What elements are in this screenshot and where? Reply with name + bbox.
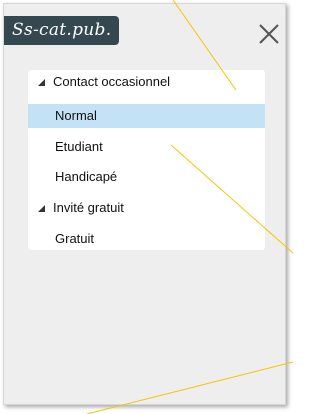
tree-item-label: Normal <box>55 108 97 123</box>
tree-item-label: Handicapé <box>55 169 118 184</box>
dialog-title: Ss-cat.pub. <box>4 16 120 45</box>
tree-group-contact-occasionnel[interactable]: Contact occasionnel <box>28 70 265 94</box>
tree-item-handicape[interactable]: Handicapé <box>28 165 265 189</box>
tree-item-gratuit[interactable]: Gratuit <box>28 227 265 251</box>
category-dialog: Ss-cat.pub. Contact occasionnel Normal E… <box>3 3 286 405</box>
tree-item-normal[interactable]: Normal <box>28 104 265 128</box>
tree-group-label: Contact occasionnel <box>53 74 171 89</box>
tree-item-label: Etudiant <box>55 139 103 154</box>
expand-triangle-icon[interactable] <box>38 205 45 212</box>
close-button[interactable] <box>256 21 282 47</box>
category-tree-list: Contact occasionnel Normal Etudiant Hand… <box>28 70 265 250</box>
tree-group-invite-gratuit[interactable]: Invité gratuit <box>28 196 265 220</box>
close-x-icon <box>259 24 279 44</box>
tree-item-label: Gratuit <box>55 231 95 246</box>
tree-item-etudiant[interactable]: Etudiant <box>28 135 265 159</box>
tree-group-label: Invité gratuit <box>53 200 124 215</box>
expand-triangle-icon[interactable] <box>38 79 45 86</box>
